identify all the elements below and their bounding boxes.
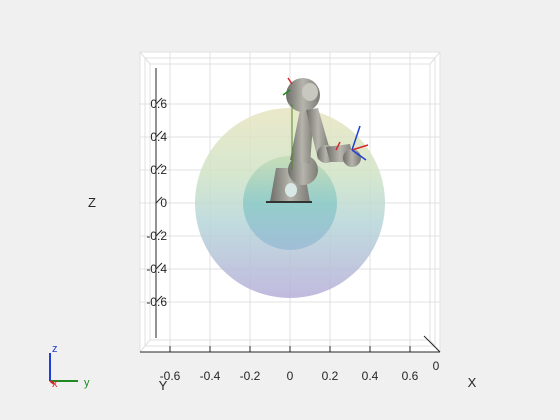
x-tick-label: 0.2 — [322, 369, 339, 383]
triad-y-label: y — [84, 377, 90, 389]
z-tick-label: 0.2 — [150, 163, 167, 177]
z-tick-label: 0.4 — [150, 130, 167, 144]
y-tick-label: 0 — [433, 359, 440, 373]
triad-x-label: x — [52, 378, 58, 390]
z-tick-label: -0.4 — [146, 262, 167, 276]
x-tick-label: -0.2 — [240, 369, 261, 383]
x-tick-label: -0.4 — [200, 369, 221, 383]
x-tick-label: 0 — [287, 369, 294, 383]
x-axis-label: X — [468, 375, 477, 390]
x-tick-label: 0.6 — [402, 369, 419, 383]
z-tick-label: 0.6 — [150, 97, 167, 111]
orientation-triad: z y x — [49, 343, 90, 390]
y-axis-label: Y — [159, 378, 168, 393]
wrist-joint — [343, 149, 361, 167]
triad-z-label: z — [52, 343, 58, 355]
z-tick-label: -0.6 — [146, 295, 167, 309]
x-tick-labels: -0.6 -0.4 -0.2 0 0.2 0.4 0.6 — [160, 369, 419, 383]
base-highlight — [285, 183, 297, 197]
z-tick-label: -0.2 — [146, 229, 167, 243]
upper-joint-cap — [302, 83, 318, 101]
z-tick-label: 0 — [160, 196, 167, 210]
x-tick-label: 0.4 — [362, 369, 379, 383]
z-axis-label: Z — [88, 195, 96, 210]
figure-canvas: 0.6 0.4 0.2 0 -0.2 -0.4 -0.6 -0.6 -0.4 -… — [49, 51, 477, 393]
